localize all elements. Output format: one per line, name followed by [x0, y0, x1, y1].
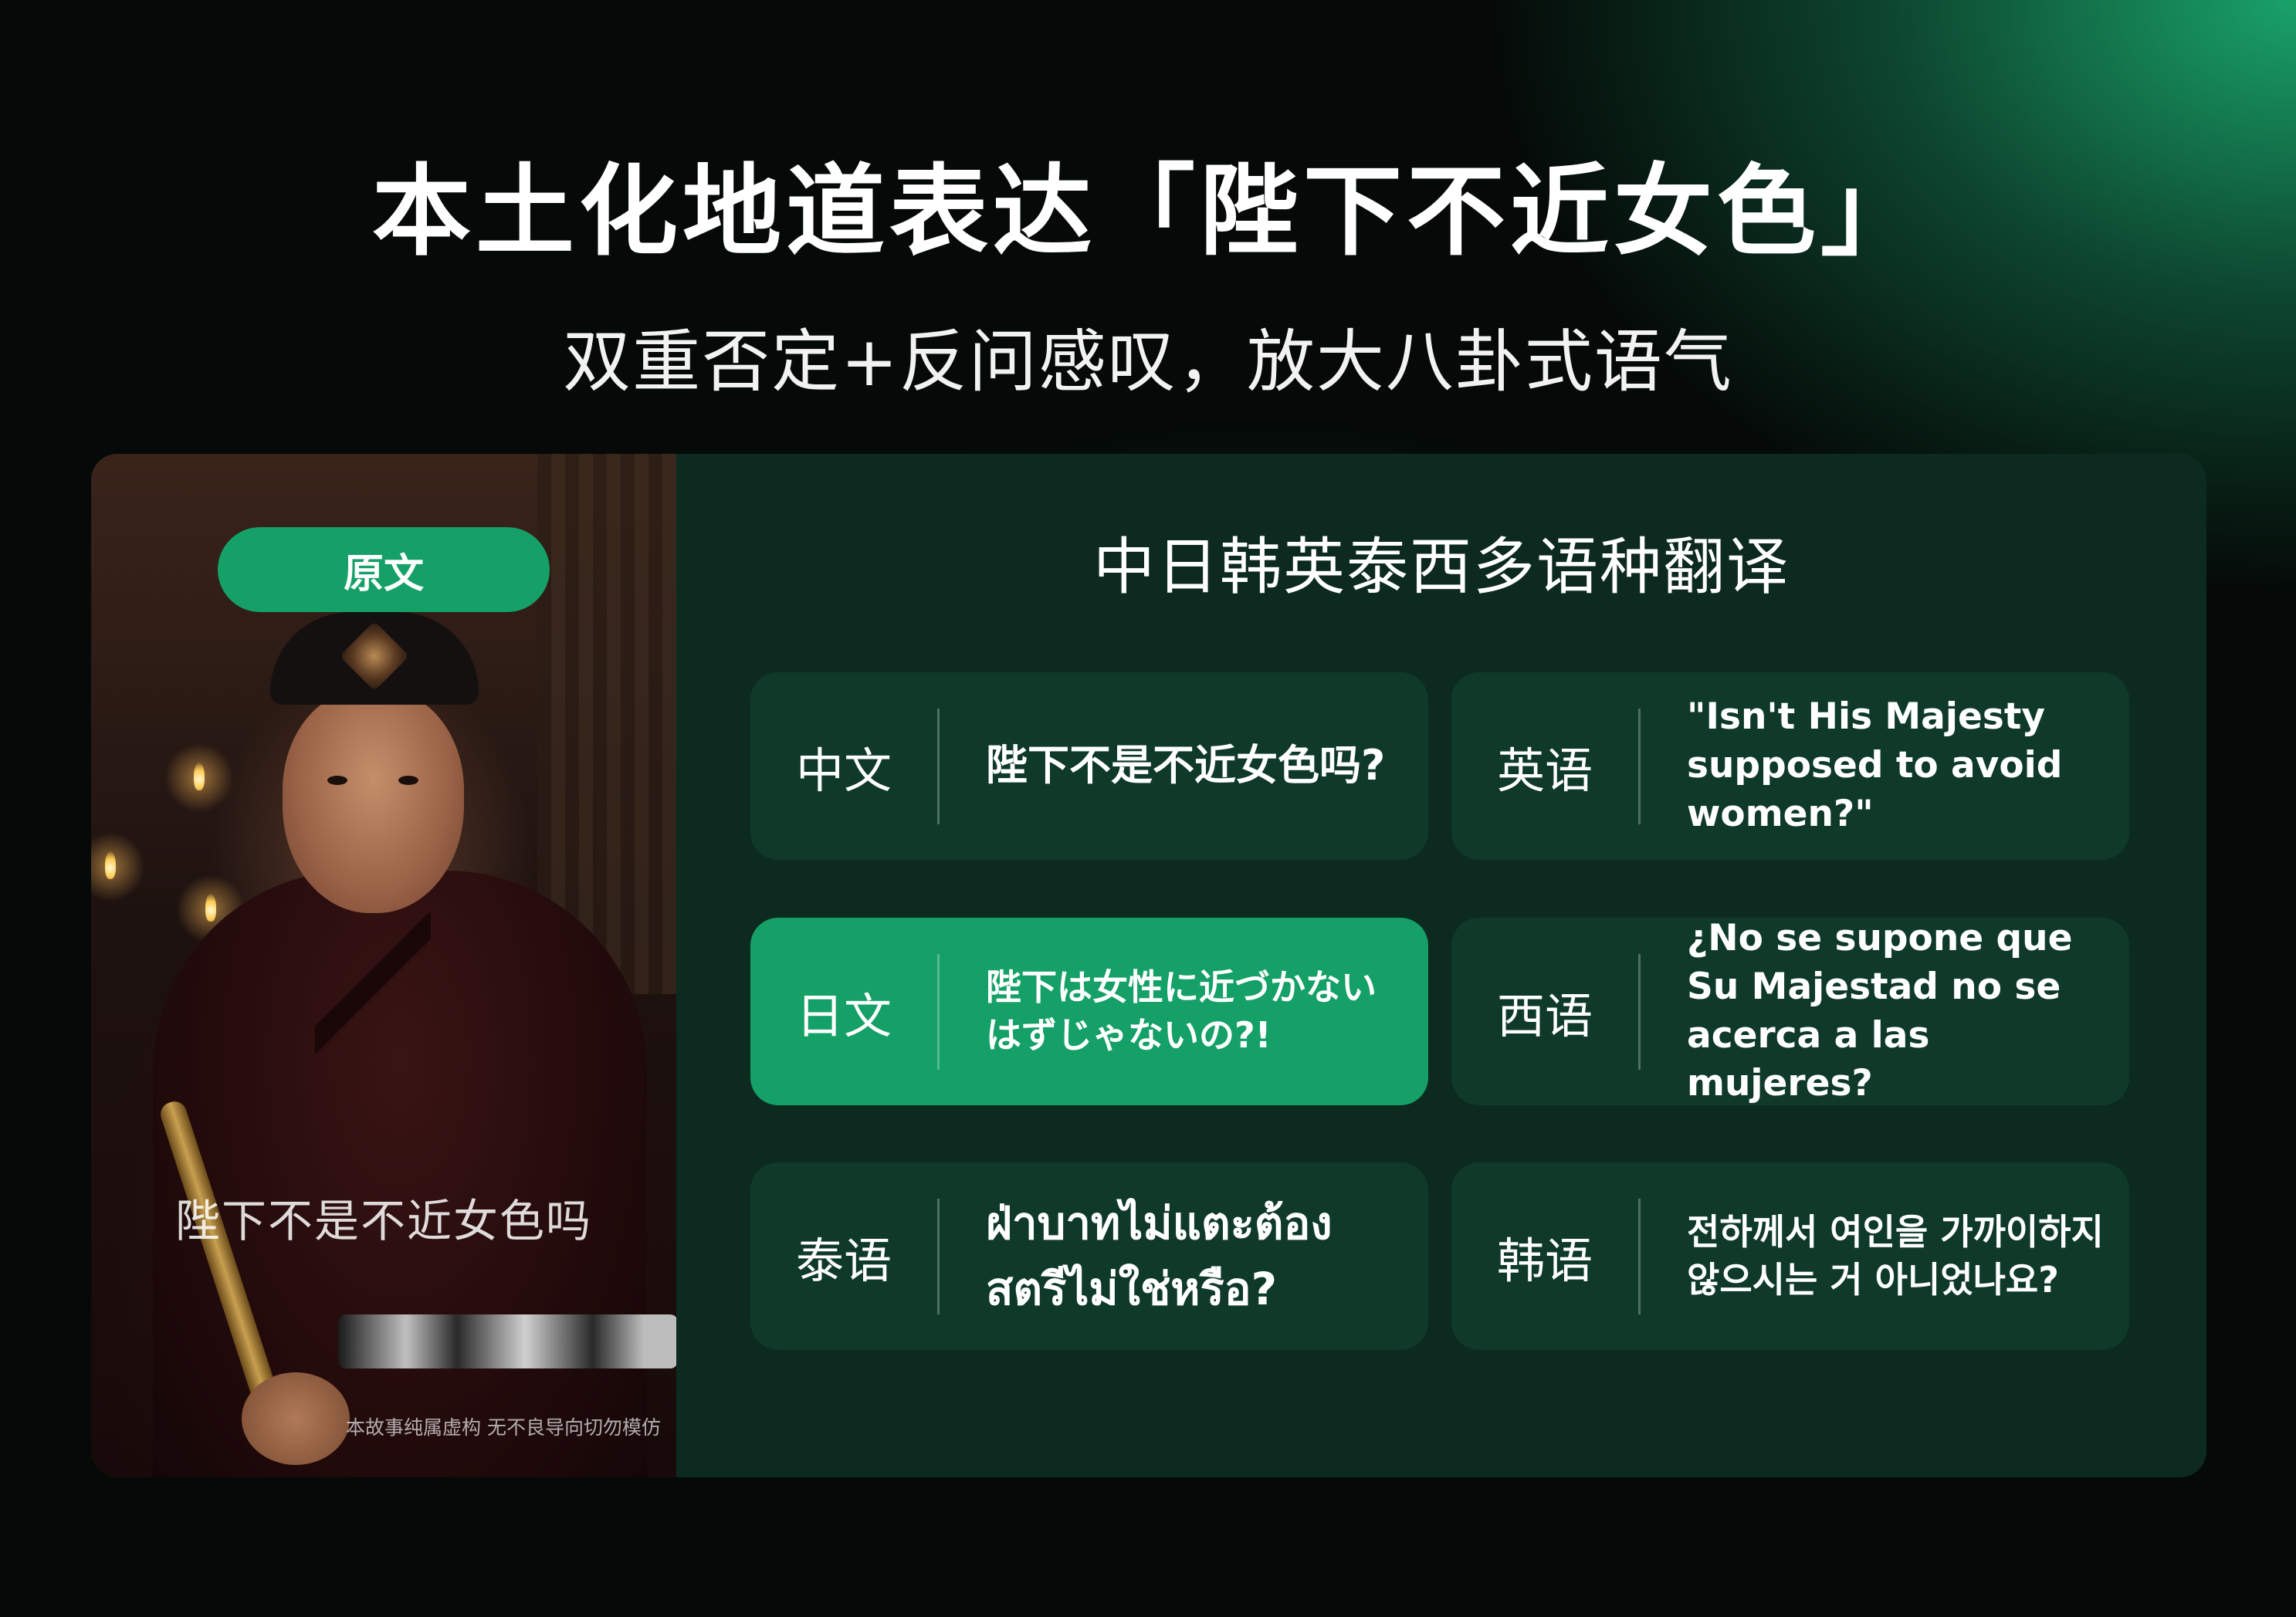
- translation-text: 전하께서 여인을 가까이하지 않으시는 거 아니었나요?: [1687, 1210, 2104, 1301]
- translation-text: "Isn't His Majesty supposed to avoid wom…: [1687, 695, 2063, 835]
- eye: [398, 776, 418, 785]
- candle-flame: [205, 894, 216, 922]
- page-subheadline: 双重否定+反问感叹，放大八卦式语气: [563, 322, 1733, 401]
- video-subtitle: 陛下不是不近女色吗: [174, 1195, 592, 1247]
- eye: [327, 776, 347, 785]
- candle-flame: [194, 763, 205, 790]
- translation-card-thai[interactable]: 泰语 ฝ่าบาทไม่แตะต้องสตรีไม่ใช่หรือ?: [750, 1162, 1428, 1350]
- translation-card-spanish[interactable]: 西语 ¿No se supone que Su Majestad no se a…: [1451, 917, 2129, 1105]
- original-text-badge: 原文: [218, 527, 550, 612]
- language-label: 英语: [1496, 742, 1593, 799]
- character-face: [283, 689, 464, 913]
- language-label: 中文: [795, 742, 892, 799]
- translation-card-chinese[interactable]: 中文 陛下不是不近女色吗?: [750, 672, 1428, 860]
- candle-glow: [91, 832, 145, 902]
- language-label: 日文: [795, 987, 892, 1044]
- character-hand: [242, 1372, 350, 1465]
- translation-text: 陛下不是不近女色吗?: [986, 741, 1386, 790]
- translation-card-korean[interactable]: 韩语 전하께서 여인을 가까이하지 않으시는 거 아니었나요?: [1451, 1162, 2129, 1350]
- candle-flame: [105, 851, 116, 879]
- section-title: 中日韩英泰西多语种翻译: [1093, 531, 1790, 603]
- page-headline: 本土化地道表达「陛下不近女色」: [371, 154, 1924, 269]
- translation-card-english[interactable]: 英语 "Isn't His Majesty supposed to avoid …: [1451, 672, 2129, 860]
- language-label: 泰语: [795, 1232, 892, 1289]
- translation-card-japanese[interactable]: 日文 陛下は女性に近づかないはずじゃないの?!: [750, 918, 1428, 1105]
- translation-text: ¿No se supone que Su Majestad no se acer…: [1687, 916, 2073, 1105]
- language-label: 韩语: [1496, 1232, 1593, 1289]
- video-disclaimer: 本故事纯属虚构 无不良导向切勿模仿: [346, 1416, 661, 1439]
- translation-text: 陛下は女性に近づかないはずじゃないの?!: [986, 966, 1377, 1056]
- translation-text: ฝ่าบาทไม่แตะต้องสตรีไม่ใช่หรือ?: [986, 1197, 1333, 1315]
- robe-belt: [338, 1314, 676, 1368]
- language-label: 西语: [1496, 987, 1593, 1044]
